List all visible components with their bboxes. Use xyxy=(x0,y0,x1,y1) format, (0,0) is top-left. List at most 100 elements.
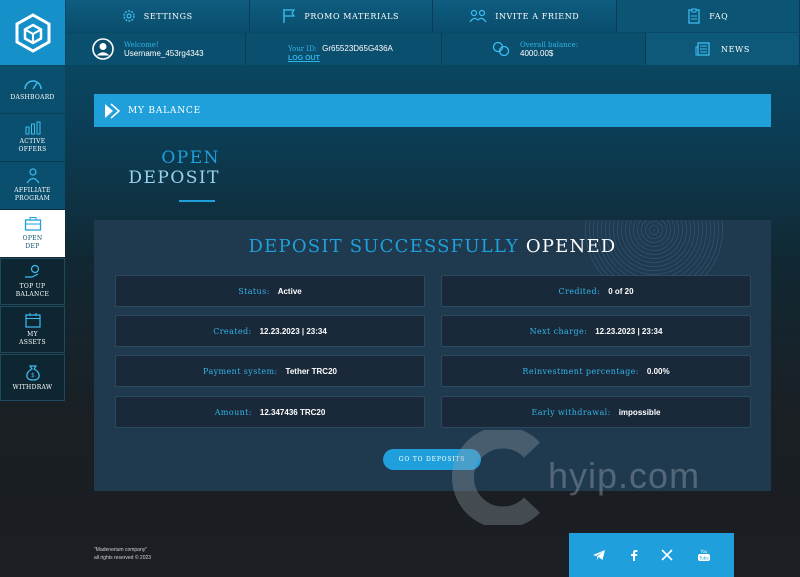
chevron-right-icon xyxy=(100,94,124,127)
sidebar-item-dashboard[interactable]: DASHBOARD xyxy=(0,66,65,113)
nav-settings-label: SETTINGS xyxy=(143,11,193,21)
user-id-cell: Your ID: Gr65523D65G436A LOG OUT xyxy=(246,33,442,65)
sidebar-label-active-offers: ACTIVE OFFERS xyxy=(18,138,47,153)
user-welcome: Welcome! Username_453rg4343 xyxy=(66,33,246,65)
early-withdrawal-field: Early withdrawal: impossible xyxy=(441,396,751,428)
sidebar-label-affiliate: AFFILIATE PROGRAM xyxy=(14,187,51,202)
avatar-icon xyxy=(92,38,114,60)
amount-field: Amount: 12.347436 TRC20 xyxy=(115,396,425,428)
overall-balance: Overall balance: 4000.00$ xyxy=(442,33,646,65)
coins-icon xyxy=(492,41,510,57)
page-title-line2: DEPOSIT xyxy=(128,168,220,188)
logo[interactable] xyxy=(0,0,65,65)
sidebar-label-dashboard: DASHBOARD xyxy=(10,94,55,101)
page-title: OPEN DEPOSIT xyxy=(110,148,220,188)
early-withdrawal-value: impossible xyxy=(618,407,661,417)
payment-system-value: Tether TRC20 xyxy=(285,366,337,376)
section-header: MY BALANCE xyxy=(94,94,771,127)
sidebar: DASHBOARD ACTIVE OFFERS AFFILIATE PROGRA… xyxy=(0,66,65,402)
reinvestment-value: 0.00% xyxy=(646,366,670,376)
page-title-line1: OPEN xyxy=(161,148,220,168)
wallet-hand-icon xyxy=(24,264,39,278)
sidebar-label-top-up: TOP UP BALANCE xyxy=(15,283,50,298)
rights-text: all rights reserved © 2023 xyxy=(94,555,152,561)
copyright: "Madenerium company" all rights reserved… xyxy=(94,546,151,562)
user-id-value: Gr65523D65G436A xyxy=(322,44,393,53)
next-charge-field: Next charge: 12.23.2023 | 23:34 xyxy=(441,315,751,347)
user-bar: Welcome! Username_453rg4343 Your ID: Gr6… xyxy=(66,33,800,65)
status-field: Status: Active xyxy=(115,275,425,307)
credited-value: 0 of 20 xyxy=(608,286,634,296)
sidebar-item-my-assets[interactable]: MY ASSETS xyxy=(0,306,65,353)
reinvestment-field: Reinvestment percentage: 0.00% xyxy=(441,355,751,387)
created-value: 12.23.2023 | 23:34 xyxy=(259,326,327,336)
sidebar-item-affiliate[interactable]: AFFILIATE PROGRAM xyxy=(0,162,65,209)
sidebar-label-withdraw: WITHDRAW xyxy=(12,384,53,391)
amount-key: Amount: xyxy=(214,407,252,417)
logout-link[interactable]: LOG OUT xyxy=(288,55,393,62)
payment-system-key: Payment system: xyxy=(203,366,278,376)
credited-field: Credited: 0 of 20 xyxy=(441,275,751,307)
nav-faq[interactable]: FAQ xyxy=(616,0,800,32)
status-value: Active xyxy=(277,286,302,296)
payment-system-field: Payment system: Tether TRC20 xyxy=(115,355,425,387)
people-handshake-icon xyxy=(469,9,487,23)
created-key: Created: xyxy=(213,326,252,336)
nav-promo-materials[interactable]: PROMO MATERIALS xyxy=(249,0,433,32)
chart-icon xyxy=(25,121,40,135)
title-underline xyxy=(179,200,215,202)
svg-text:$: $ xyxy=(30,372,34,379)
nav-news-label: NEWS xyxy=(721,44,750,54)
nav-settings[interactable]: SETTINGS xyxy=(66,0,250,32)
early-withdrawal-key: Early withdrawal: xyxy=(531,407,611,417)
money-bag-icon: $ xyxy=(25,365,40,381)
svg-text:Tube: Tube xyxy=(698,555,709,560)
sidebar-item-withdraw[interactable]: $ WITHDRAW xyxy=(0,354,65,401)
deposit-result-panel: DEPOSIT SUCCESSFULLY OPENED Status: Acti… xyxy=(94,220,771,491)
watermark-text: hyip.com xyxy=(548,455,701,496)
gear-icon xyxy=(123,10,135,22)
calendar-icon xyxy=(24,313,41,328)
nav-faq-label: FAQ xyxy=(709,11,729,21)
speedometer-icon xyxy=(23,80,42,90)
facebook-icon[interactable] xyxy=(630,549,638,561)
nav-invite-friend[interactable]: INVITE A FRIEND xyxy=(433,0,617,32)
telegram-icon[interactable] xyxy=(592,549,606,561)
clipboard-icon xyxy=(688,8,700,24)
reinvestment-key: Reinvestment percentage: xyxy=(522,366,639,376)
panel-title-blue: DEPOSIT SUCCESSFULLY xyxy=(248,236,519,257)
next-charge-value: 12.23.2023 | 23:34 xyxy=(595,326,663,336)
company-name: "Madenerium company" xyxy=(94,547,148,553)
cube-logo-icon xyxy=(15,12,50,53)
top-nav: SETTINGS PROMO MATERIALS INVITE A FRIEND… xyxy=(66,0,800,32)
flag-icon xyxy=(283,9,296,23)
panel-title-white: OPENED xyxy=(525,236,617,257)
social-links: You Tube xyxy=(569,533,734,577)
watermark-logo-icon xyxy=(452,430,540,525)
balance-label: Overall balance: xyxy=(520,40,579,49)
user-id-label: Your ID: xyxy=(288,45,318,53)
sidebar-label-my-assets: MY ASSETS xyxy=(19,331,46,346)
svg-text:You: You xyxy=(699,549,707,554)
youtube-icon[interactable]: YouTube xyxy=(697,549,711,562)
x-icon[interactable] xyxy=(661,549,673,561)
nav-promo-label: PROMO MATERIALS xyxy=(304,11,400,21)
created-field: Created: 12.23.2023 | 23:34 xyxy=(115,315,425,347)
briefcase-icon xyxy=(24,217,41,231)
credited-key: Credited: xyxy=(558,286,601,296)
sidebar-item-open-dep[interactable]: OPEN DEP xyxy=(0,210,65,257)
section-title: MY BALANCE xyxy=(128,105,201,116)
balance-value: 4000.00$ xyxy=(520,48,554,58)
welcome-label: Welcome! xyxy=(124,40,159,49)
status-key: Status: xyxy=(238,286,270,296)
sidebar-item-active-offers[interactable]: ACTIVE OFFERS xyxy=(0,114,65,161)
nav-invite-label: INVITE A FRIEND xyxy=(495,11,580,21)
next-charge-key: Next charge: xyxy=(529,326,588,336)
nav-news[interactable]: NEWS xyxy=(646,33,800,65)
newspaper-icon xyxy=(695,42,710,56)
sidebar-label-open-dep: OPEN DEP xyxy=(22,235,43,250)
sidebar-item-top-up[interactable]: TOP UP BALANCE xyxy=(0,258,65,305)
amount-value: 12.347436 TRC20 xyxy=(259,407,326,417)
panel-title: DEPOSIT SUCCESSFULLY OPENED xyxy=(94,236,771,257)
people-icon xyxy=(26,168,39,184)
